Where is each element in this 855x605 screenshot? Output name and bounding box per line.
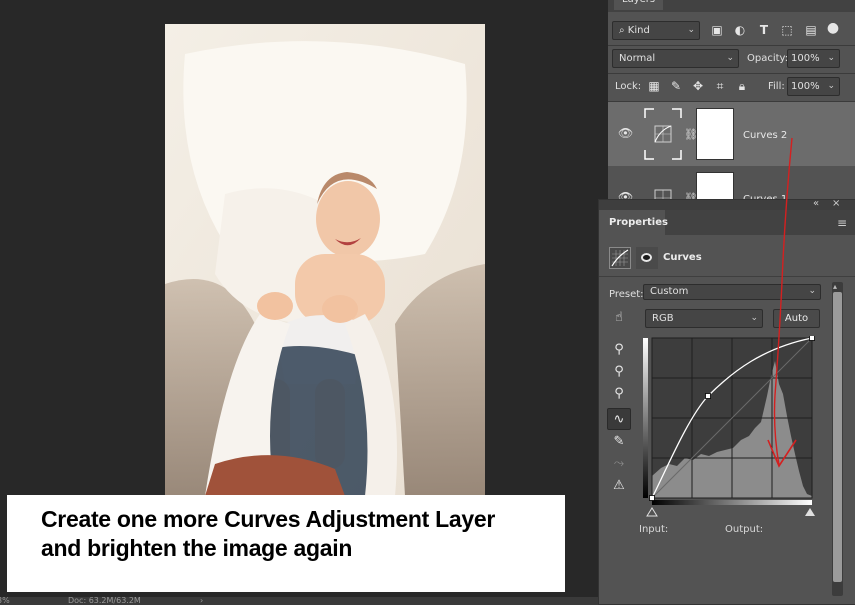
lock-position-icon[interactable]: ✥ — [691, 79, 705, 93]
input-label: Input: — [639, 524, 669, 535]
layer-name[interactable]: Curves 2 — [743, 130, 787, 141]
output-label: Output: — [725, 524, 764, 535]
lock-all-icon[interactable]: 🔒︎ — [735, 79, 749, 93]
hamburger-menu-icon[interactable]: ≡ — [837, 216, 847, 230]
smartobject-filter-icon[interactable]: ▤ — [804, 23, 818, 37]
pixel-filter-icon[interactable]: ▣ — [710, 23, 724, 37]
lock-row: Lock: ▦ ✎ ✥ ⌗ 🔒︎ Fill: 100% ⌄ — [608, 74, 855, 100]
doc-size: Doc: 63.2M/63.2M — [68, 597, 141, 605]
fill-value: 100% — [791, 81, 820, 92]
channel-value: RGB — [652, 313, 674, 324]
caption-line-1: Create one more Curves Adjustment Layer — [41, 506, 495, 532]
tab-layers[interactable]: Layers — [614, 0, 664, 10]
curves-adjustment-icon[interactable] — [609, 247, 631, 269]
black-point-eyedropper-icon[interactable]: ⚲ — [607, 339, 631, 361]
blend-mode-label: Normal — [619, 53, 656, 64]
photoshop-window: Create one more Curves Adjustment Layer … — [0, 0, 855, 605]
gray-point-eyedropper-icon[interactable]: ⚲ — [607, 361, 631, 383]
status-menu-arrow[interactable]: › — [200, 597, 203, 605]
mask-icon[interactable] — [636, 247, 658, 269]
status-bar: 3% Doc: 63.2M/63.2M › — [0, 597, 608, 605]
curve-points-icon[interactable]: ∿ — [607, 408, 631, 430]
adjustment-title: Curves — [663, 252, 702, 263]
smooth-curve-icon[interactable]: ⤳ — [607, 453, 631, 475]
scrollbar-thumb[interactable] — [833, 292, 842, 582]
filter-toggle-icon[interactable]: ● — [826, 21, 840, 35]
filter-kind-label: Kind — [627, 25, 650, 36]
type-filter-icon[interactable]: T — [757, 23, 771, 37]
opacity-field[interactable]: 100% ⌄ — [787, 49, 840, 68]
preset-dropdown[interactable]: Custom ⌄ — [643, 284, 821, 300]
document-canvas[interactable]: Create one more Curves Adjustment Layer … — [0, 0, 608, 605]
on-image-adjust-icon[interactable]: ☝︎ — [607, 307, 631, 329]
properties-titlebar: « × — [599, 198, 855, 210]
lock-transparency-icon[interactable]: ▦ — [647, 79, 661, 93]
layers-tabbar: Layers — [608, 0, 855, 12]
blend-mode-dropdown[interactable]: Normal ⌄ — [612, 49, 739, 68]
chevron-down-icon: ⌄ — [750, 313, 758, 323]
chevron-down-icon: ⌄ — [827, 81, 835, 91]
properties-scrollbar[interactable]: ▴ — [832, 282, 843, 596]
blend-row: Normal ⌄ Opacity: 100% ⌄ — [608, 46, 855, 72]
close-icon[interactable]: × — [832, 198, 840, 209]
tutorial-caption: Create one more Curves Adjustment Layer … — [7, 495, 565, 592]
properties-panel: « × Properties ≡ Curves Preset: Custom ⌄… — [598, 198, 855, 605]
tab-properties[interactable]: Properties — [599, 210, 668, 235]
clipping-warning-icon[interactable]: ⚠︎ — [607, 475, 631, 497]
channel-dropdown[interactable]: RGB ⌄ — [645, 309, 763, 328]
baby-photo — [165, 24, 485, 496]
chevron-down-icon: ⌄ — [808, 286, 816, 296]
caption-line-2: and brighten the image again — [41, 535, 353, 561]
preset-label: Preset: — [609, 289, 644, 300]
adjustment-header: Curves — [599, 235, 855, 277]
fill-field[interactable]: 100% ⌄ — [787, 77, 840, 96]
chevron-down-icon: ⌄ — [687, 25, 695, 35]
opacity-value: 100% — [791, 53, 820, 64]
search-icon: ⌕ — [619, 25, 628, 36]
zoom-level[interactable]: 3% — [0, 597, 10, 605]
properties-tabbar: Properties ≡ — [599, 210, 855, 235]
curves-graph[interactable] — [643, 335, 818, 518]
curves-adjustment-thumbnail[interactable] — [644, 108, 682, 160]
fill-label: Fill: — [768, 81, 785, 92]
adjustment-filter-icon[interactable]: ◐ — [733, 23, 747, 37]
lock-label: Lock: — [615, 81, 642, 92]
opacity-label: Opacity: — [747, 53, 789, 64]
layer-row-curves-2[interactable]: 👁︎ ⛓︎ Curves 2 — [608, 102, 855, 166]
lock-paint-icon[interactable]: ✎ — [669, 79, 683, 93]
filter-kind-dropdown[interactable]: ⌕ Kind ⌄ — [612, 21, 700, 40]
layer-filter-row: ⌕ Kind ⌄ ▣ ◐ T ⬚ ▤ ● — [608, 18, 855, 44]
pencil-icon[interactable]: ✎ — [607, 431, 631, 453]
collapse-icon[interactable]: « — [813, 198, 819, 209]
chevron-down-icon: ⌄ — [827, 53, 835, 63]
lock-artboard-icon[interactable]: ⌗ — [713, 79, 727, 93]
auto-button[interactable]: Auto — [773, 309, 820, 328]
scroll-up-icon[interactable]: ▴ — [833, 282, 837, 291]
eye-icon[interactable]: 👁︎ — [618, 126, 633, 140]
white-point-eyedropper-icon[interactable]: ⚲ — [607, 383, 631, 405]
preset-value: Custom — [650, 286, 689, 297]
chevron-down-icon: ⌄ — [726, 53, 734, 63]
shape-filter-icon[interactable]: ⬚ — [780, 23, 794, 37]
layer-mask-thumbnail[interactable] — [696, 108, 734, 160]
